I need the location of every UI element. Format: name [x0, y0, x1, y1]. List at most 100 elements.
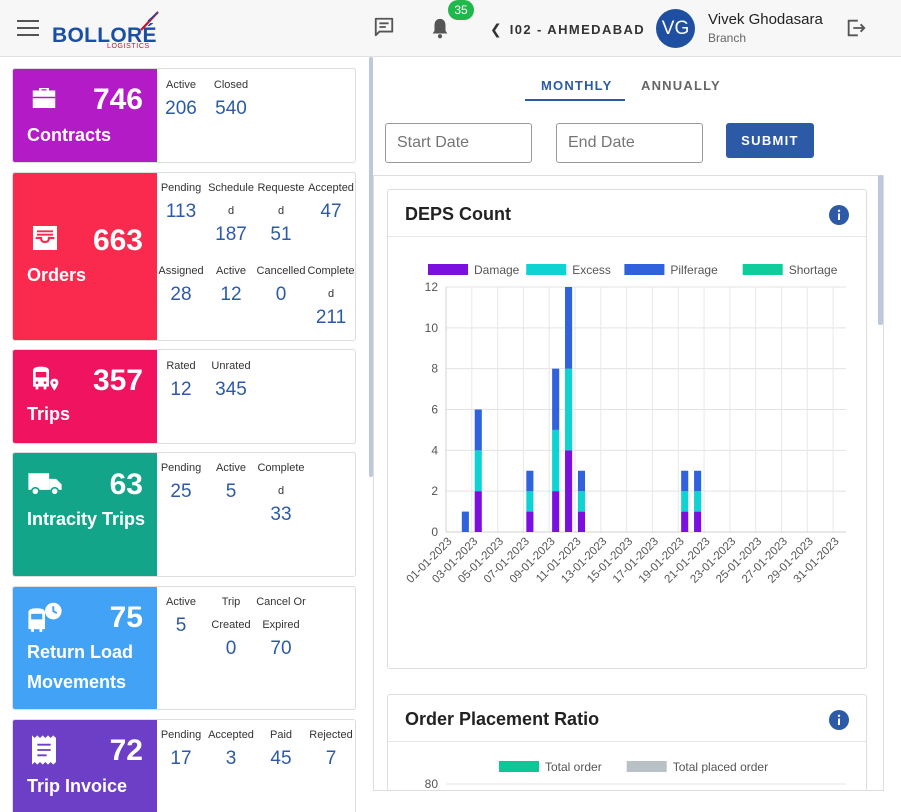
contracts-card[interactable]: 746 Contracts Active 206 Closed 540	[12, 68, 356, 163]
info-icon[interactable]	[829, 710, 849, 730]
intracity-trips-card[interactable]: 63 Intracity Trips Pending 25 Active 5 C…	[12, 452, 356, 577]
stat-value: 70	[270, 638, 292, 659]
bar-excess	[694, 491, 702, 512]
bar-pilferage	[565, 287, 573, 369]
return-load-stat-active: Active 5	[156, 591, 206, 638]
stat-label: Pending	[160, 462, 202, 474]
stat-label: Assigned	[158, 265, 204, 277]
bar-excess	[681, 491, 689, 512]
y-tick-label: 6	[431, 403, 438, 417]
return-load-card-header: 75 Return Load Movements	[13, 587, 157, 709]
end-date-input[interactable]	[556, 123, 703, 163]
start-date-input[interactable]	[385, 123, 532, 163]
legend-label: Total order	[545, 760, 602, 774]
stat-label: Paid	[269, 729, 293, 741]
legend-label-damage: Damage	[474, 263, 520, 277]
analytics-panel: MONTHLY ANNUALLY SUBMIT DEPS Count Damag…	[373, 57, 901, 812]
bus-clock-icon	[28, 602, 62, 632]
bar-damage	[681, 511, 689, 532]
bar-damage	[526, 511, 534, 532]
stat-label: Cancelled	[256, 265, 306, 277]
legend-swatch-excess	[526, 264, 567, 275]
trip-invoice-card-header: 72 Trip Invoice	[13, 720, 157, 812]
orders-card[interactable]: 663 Orders Pending 113 Scheduled 187 Req…	[12, 172, 356, 341]
orders-stat-active: Active 12	[206, 260, 256, 307]
notification-bell-icon[interactable]	[429, 16, 451, 40]
stat-value: 3	[225, 748, 237, 769]
tab-monthly[interactable]: MONTHLY	[541, 78, 612, 93]
trips-title: Trips	[27, 404, 71, 424]
trips-card[interactable]: 357 Trips Rated 12 Unrated 345	[12, 349, 356, 444]
stat-label: Active	[216, 462, 246, 474]
legend-swatch-pilferage	[624, 264, 665, 275]
notification-count-badge: 35	[448, 0, 474, 20]
orders-stat-cancelled: Cancelled 0	[256, 260, 306, 307]
hamburger-menu-icon[interactable]	[17, 20, 39, 38]
deps-count-card: DEPS Count Damage Excess Pilferage Shortage…	[387, 189, 867, 669]
stat-value: 12	[220, 284, 242, 305]
bar-excess	[526, 491, 534, 512]
stat-value: 540	[215, 98, 247, 119]
stat-label: Pending	[160, 182, 202, 194]
contracts-count: 746	[92, 83, 143, 116]
stat-label: Rejected	[309, 729, 353, 741]
y-tick-label: 8	[431, 362, 438, 376]
logout-icon[interactable]	[845, 17, 867, 39]
stat-value: 0	[275, 284, 287, 305]
y-tick-label: 10	[425, 321, 439, 335]
legend-label-shortage: Shortage	[789, 263, 838, 277]
intracity-trips-card-header: 63 Intracity Trips	[13, 453, 157, 576]
stat-value: 211	[315, 307, 347, 328]
intracity-trips-title: Intracity Trips	[27, 509, 146, 529]
invoice-stat-rejected: Rejected 7	[306, 724, 355, 771]
orders-stat-requested: Requested 51	[256, 177, 306, 247]
stat-label: Requested	[257, 182, 305, 217]
orders-stat-pending: Pending 113	[156, 177, 206, 224]
stat-value: 5	[175, 615, 187, 636]
stat-label: Unrated	[211, 360, 251, 372]
invoice-stat-paid: Paid 45	[256, 724, 306, 771]
submit-button[interactable]: SUBMIT	[726, 123, 814, 158]
chat-icon[interactable]	[373, 16, 395, 38]
stat-value: 7	[325, 748, 337, 769]
logo-swoosh-icon	[140, 11, 159, 31]
intracity-trips-count: 63	[109, 468, 143, 501]
bar-pilferage	[474, 409, 482, 451]
user-avatar[interactable]: VG	[656, 9, 695, 48]
branch-selector[interactable]: ❮ I02 - AHMEDABAD	[490, 20, 645, 38]
y-tick-label: 2	[431, 484, 438, 498]
bollore-logistics-logo[interactable]: BOLLORÉ LOGISTICS	[52, 8, 164, 52]
active-tab-indicator	[525, 99, 625, 101]
stat-value: 47	[320, 201, 342, 222]
stat-value: 206	[165, 98, 197, 119]
orders-stat-accepted: Accepted 47	[306, 177, 355, 224]
stat-value: 5	[225, 481, 237, 502]
stat-value: 33	[270, 504, 292, 525]
stat-label: Active	[216, 265, 246, 277]
orders-card-header: 663 Orders	[13, 173, 157, 340]
stat-value: 187	[215, 224, 247, 245]
return-load-card[interactable]: 75 Return Load Movements Active 5 Trip C…	[12, 586, 356, 710]
tab-annually[interactable]: ANNUALLY	[641, 78, 721, 93]
trips-stat-rated: Rated 12	[156, 355, 206, 402]
contracts-stat-closed: Closed 540	[206, 74, 256, 121]
branch-label: I02 - AHMEDABAD	[509, 21, 646, 37]
legend-swatch-shortage	[742, 264, 783, 275]
truck-icon	[28, 473, 62, 496]
stat-label: Cancel Or Expired	[256, 596, 306, 631]
bar-damage	[577, 511, 586, 532]
charts-scroll-container[interactable]: DEPS Count Damage Excess Pilferage Shortage…	[373, 175, 884, 791]
stat-label: Completed	[257, 462, 305, 497]
trip-invoice-card[interactable]: 72 Trip Invoice Pending 17 Accepted 3 Pa…	[12, 719, 356, 812]
orders-count: 663	[92, 224, 143, 257]
stat-value: 113	[165, 201, 197, 222]
y-tick-label: 4	[431, 443, 438, 457]
stat-value: 12	[170, 379, 192, 400]
contracts-title: Contracts	[27, 125, 112, 145]
trips-count: 357	[92, 364, 143, 397]
right-panel-scrollbar[interactable]	[878, 175, 883, 325]
chevron-left-icon: ❮	[490, 20, 502, 37]
info-icon[interactable]	[829, 205, 849, 225]
trips-stat-unrated: Unrated 345	[206, 355, 256, 402]
logo-sub-text: LOGISTICS	[107, 43, 150, 50]
